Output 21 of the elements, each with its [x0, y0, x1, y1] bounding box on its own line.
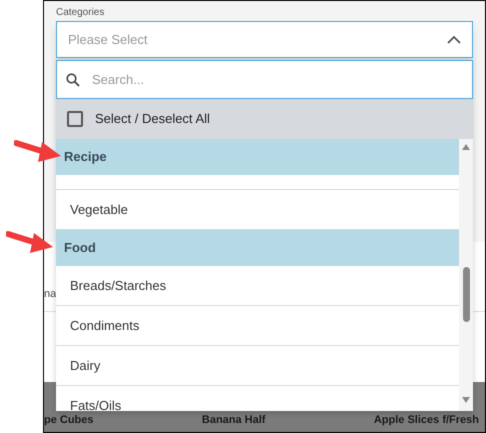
scroll-thumb[interactable] [462, 267, 470, 322]
footer-item: Apple Slices f/Fresh [374, 412, 479, 428]
search-field[interactable]: Search... [56, 60, 473, 99]
partial-label: na [44, 287, 56, 301]
scroll-up-icon[interactable] [462, 144, 470, 150]
scroll-down-icon[interactable] [462, 397, 470, 403]
arrow-icon [6, 229, 54, 255]
select-all-row[interactable]: Select / Deselect All [56, 99, 473, 139]
option-item[interactable]: Dairy [56, 346, 459, 386]
group-header: Recipe [56, 139, 459, 175]
checkbox[interactable] [67, 111, 83, 127]
search-icon [66, 73, 80, 87]
scrollbar[interactable] [459, 139, 473, 411]
option-item[interactable]: Breads/Starches [56, 266, 459, 306]
footer-item: Banana Half [202, 412, 266, 428]
field-label: Categories [56, 6, 106, 20]
footer-item: pe Cubes [44, 412, 94, 428]
group-header: Food [56, 230, 459, 266]
select-all-label: Select / Deselect All [95, 110, 210, 128]
arrow-icon [14, 138, 62, 164]
option-item[interactable]: Condiments [56, 306, 459, 346]
